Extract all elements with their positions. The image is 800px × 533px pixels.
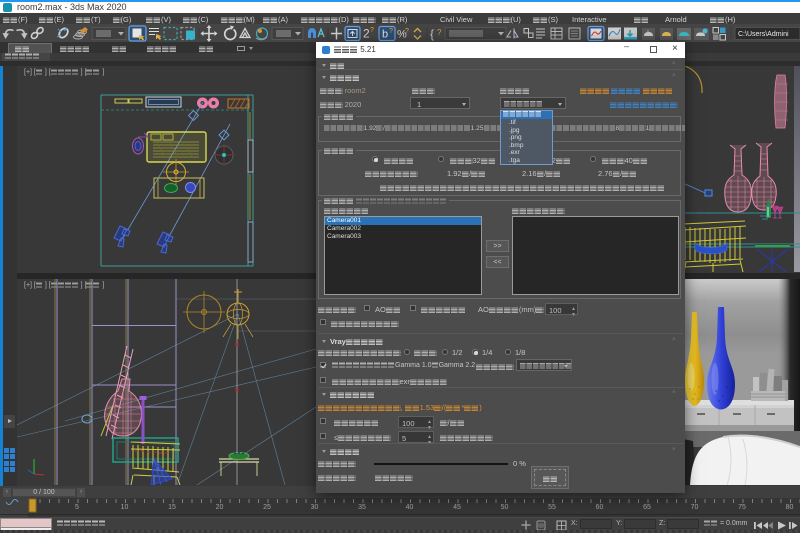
svg-text:70: 70 (691, 504, 699, 511)
svg-text:50: 50 (501, 504, 509, 511)
svg-text:?: ? (389, 28, 393, 35)
svg-text:?: ? (370, 27, 374, 34)
svg-text:2: 2 (363, 27, 370, 41)
svg-text:?: ? (437, 28, 442, 37)
svg-text:b: b (382, 29, 388, 41)
svg-text:65: 65 (643, 504, 651, 511)
svg-text:20: 20 (216, 504, 224, 511)
svg-text:60: 60 (596, 504, 604, 511)
svg-text:80: 80 (786, 504, 794, 511)
svg-text:{: { (430, 27, 434, 41)
svg-text:75: 75 (738, 504, 746, 511)
svg-text:15: 15 (168, 504, 176, 511)
svg-text:C:\Users\Admini: C:\Users\Admini (738, 31, 789, 38)
svg-text:?: ? (405, 28, 409, 35)
svg-text:10: 10 (121, 504, 129, 511)
svg-text:45: 45 (453, 504, 461, 511)
svg-text:5: 5 (75, 504, 79, 511)
svg-text:25: 25 (263, 504, 271, 511)
svg-text:35: 35 (358, 504, 366, 511)
svg-text:30: 30 (311, 504, 319, 511)
svg-text:55: 55 (548, 504, 556, 511)
svg-text:40: 40 (406, 504, 414, 511)
